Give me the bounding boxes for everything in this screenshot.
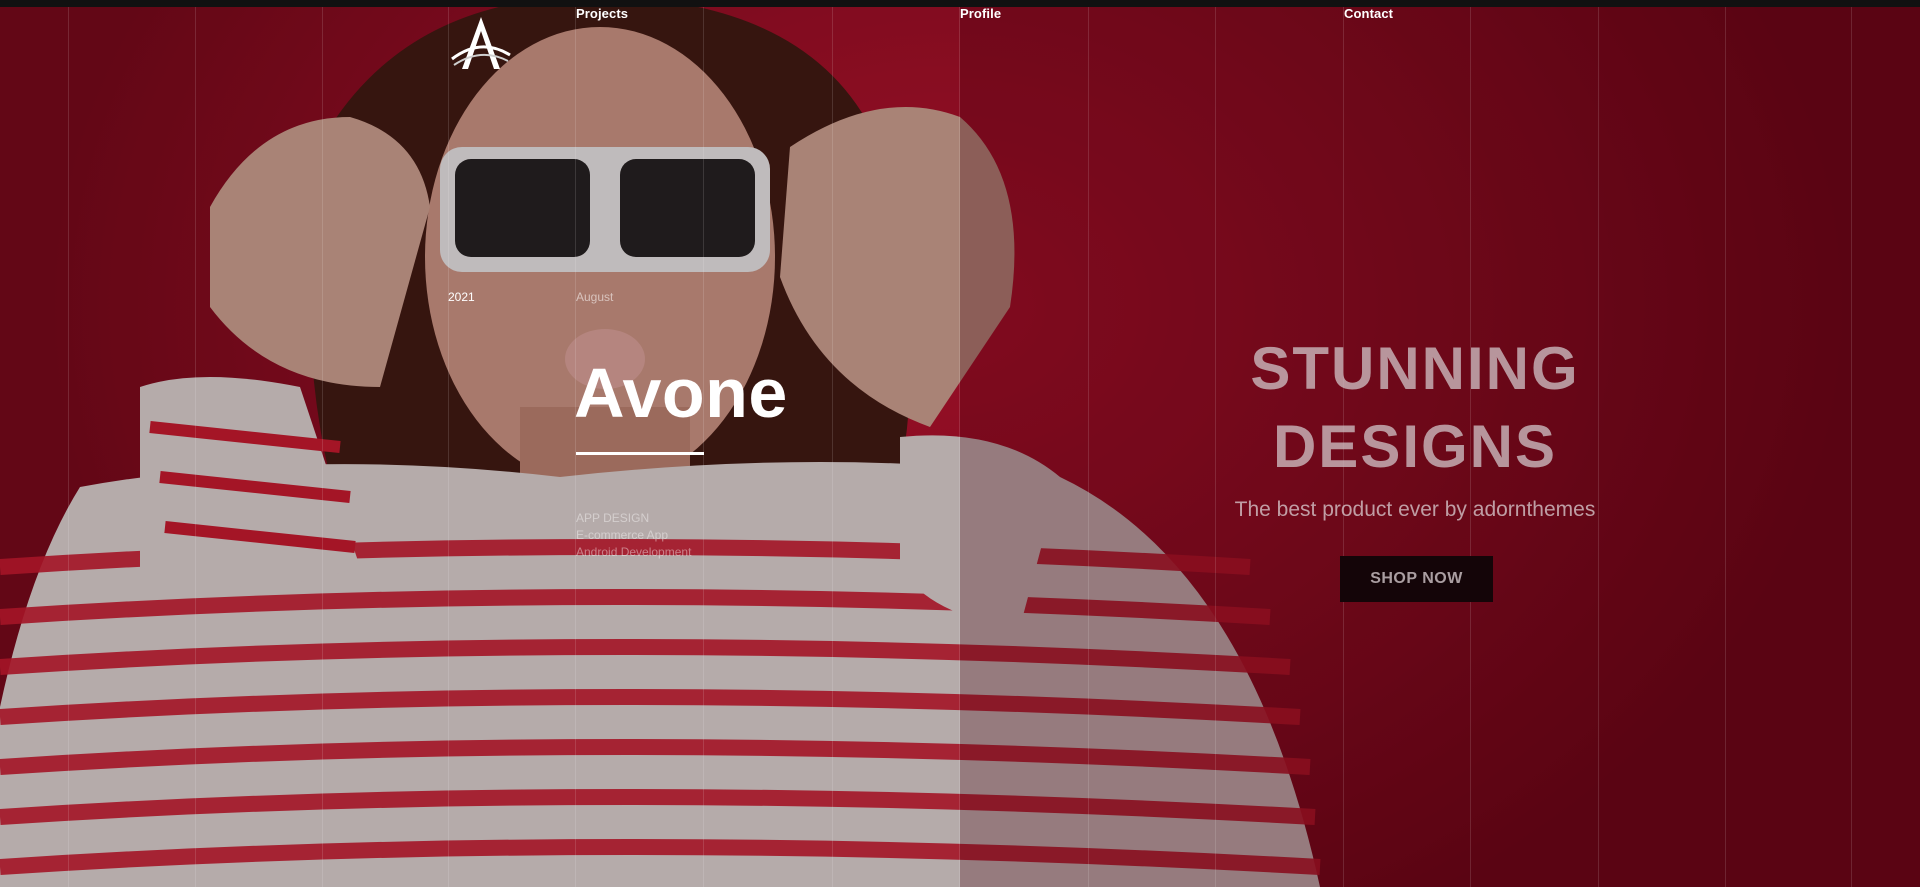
- nav-profile-link[interactable]: Profile: [960, 6, 1001, 21]
- promo-heading-line1: STUNNING: [1250, 335, 1580, 402]
- promo-subtitle: The best product ever by adornthemes: [1234, 498, 1596, 521]
- project-year: 2021: [448, 290, 475, 304]
- project-tag: APP DESIGN: [576, 511, 650, 525]
- shop-now-button[interactable]: SHOP NOW: [1340, 556, 1493, 602]
- nav-projects-link[interactable]: Projects: [576, 6, 628, 21]
- project-title: Avone: [574, 354, 788, 432]
- promo-heading-line2: DESIGNS: [1272, 413, 1558, 480]
- project-tag: E-commerce App: [576, 528, 669, 542]
- title-underline: [576, 452, 704, 455]
- project-month: August: [576, 290, 614, 304]
- nav-contact-link[interactable]: Contact: [1344, 6, 1393, 21]
- brand-logo[interactable]: [450, 15, 512, 71]
- project-tag: Android Development: [576, 545, 692, 559]
- promo-heading: STUNNING DESIGNS: [1160, 330, 1670, 486]
